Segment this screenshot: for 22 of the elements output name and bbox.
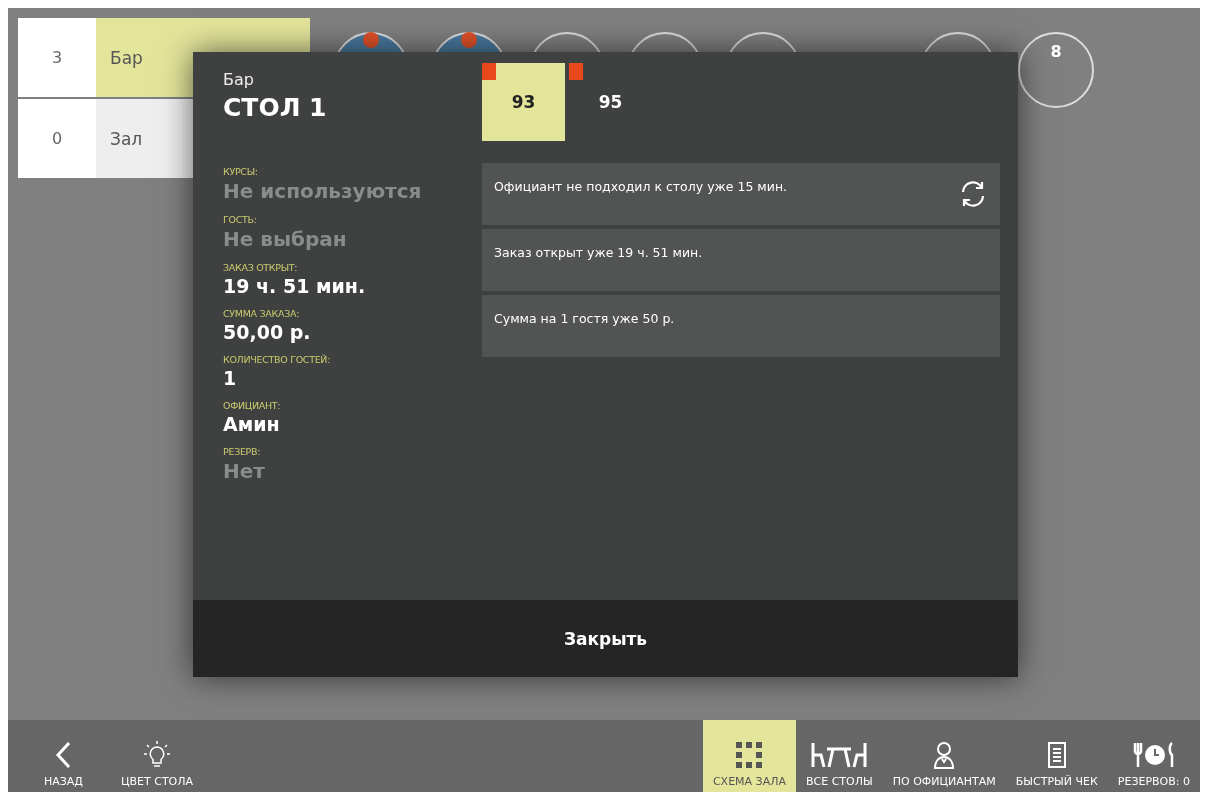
field-label: ОФИЦИАНТ: [223, 400, 282, 411]
hall-count: 0 [18, 99, 96, 178]
field-value: 50,00 р. [223, 321, 312, 343]
hall-count: 3 [18, 18, 96, 97]
field-value: Не выбран [223, 227, 348, 251]
field-label: КУРСЫ: [223, 166, 259, 177]
field-label: РЕЗЕРВ: [223, 446, 262, 457]
field-label: ЗАКАЗ ОТКРЫТ: [223, 262, 299, 273]
alert-text: Официант не подходил к столу уже 15 мин. [494, 179, 788, 194]
field-value: Нет [223, 459, 266, 483]
field-value: 1 [223, 367, 238, 389]
field-label: ГОСТЬ: [223, 214, 258, 225]
field-label: СУММА ЗАКАЗА: [223, 308, 301, 319]
alert-text: Заказ открыт уже 19 ч. 51 мин. [494, 245, 703, 260]
dialog-title: СТОЛ 1 [223, 93, 328, 122]
alert-text: Сумма на 1 гостя уже 50 р. [494, 311, 675, 326]
table-number: 8 [1050, 42, 1062, 63]
field-value: Не используются [223, 179, 423, 203]
field-value: Амин [223, 413, 281, 435]
field-label: КОЛИЧЕСТВО ГОСТЕЙ: [223, 354, 332, 365]
hall-name: Бар [223, 70, 255, 89]
field-value: 19 ч. 51 мин. [223, 275, 367, 297]
